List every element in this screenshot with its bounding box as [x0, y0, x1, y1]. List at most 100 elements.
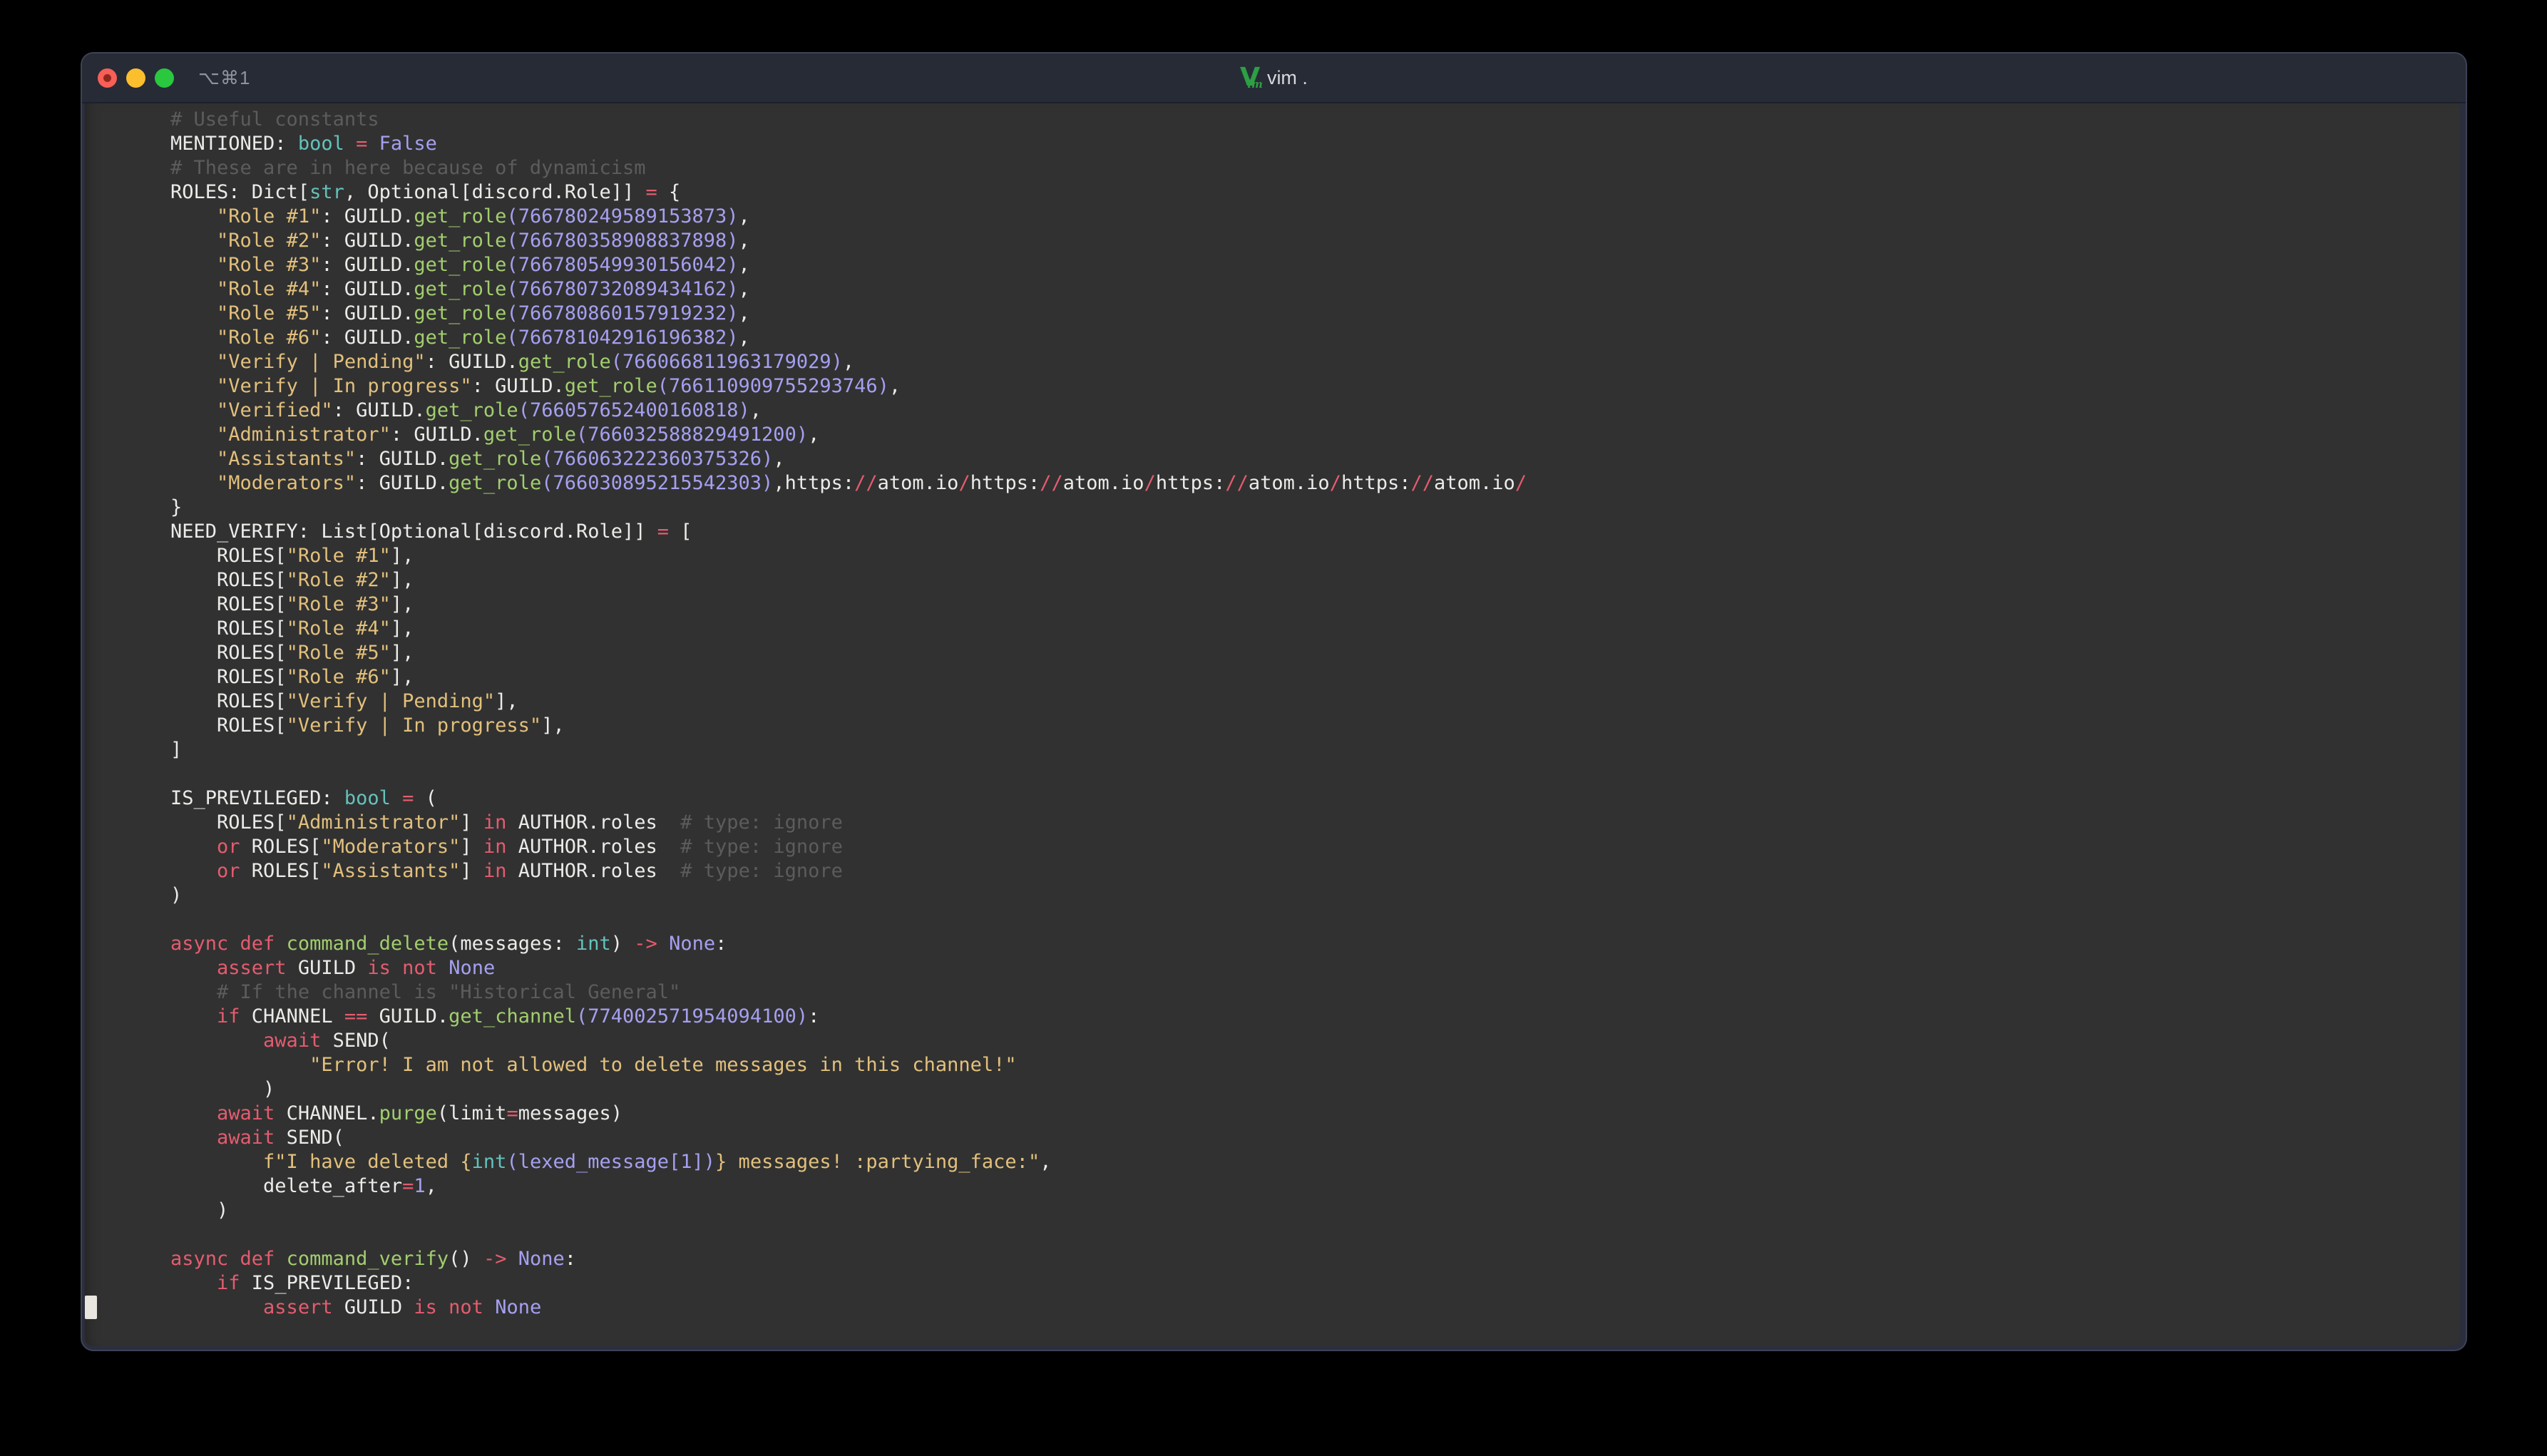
- code-token: "Moderators": [321, 836, 460, 858]
- code-token: ,: [739, 278, 750, 300]
- code-token: [170, 957, 217, 979]
- code-token: [391, 787, 402, 809]
- code-token: command_verify: [287, 1248, 449, 1270]
- code-token: [170, 1030, 263, 1052]
- code-token: [170, 1005, 217, 1027]
- zoom-button[interactable]: [155, 68, 174, 88]
- code-line: ): [170, 1077, 2459, 1102]
- code-token: # type: ignore: [680, 811, 843, 834]
- code-line: if CHANNEL == GUILD.get_channel(77400257…: [170, 1005, 2459, 1029]
- code-token: [170, 205, 217, 227]
- code-token: //: [1040, 472, 1063, 494]
- code-token: ]: [460, 836, 483, 858]
- code-token: [170, 836, 217, 858]
- code-token: [170, 1151, 263, 1173]
- code-token: IS_PREVILEGED:: [170, 787, 344, 809]
- code-line: ROLES: Dict[str, Optional[discord.Role]]…: [170, 180, 2459, 205]
- code-token: bool: [344, 787, 391, 809]
- code-token: int: [472, 1151, 507, 1173]
- code-token: ROLES[: [170, 569, 287, 591]
- code-token: str: [309, 181, 344, 203]
- code-token: purge: [379, 1102, 437, 1124]
- code-token: (766110909755293746): [657, 375, 889, 397]
- titlebar[interactable]: ⌥⌘1 Vim vim .: [82, 53, 2466, 103]
- code-token: ],: [391, 642, 414, 664]
- code-token: AUTHOR.roles: [506, 860, 680, 882]
- code-token: :: [715, 933, 727, 955]
- code-token: "Assistants": [321, 860, 460, 882]
- code-token: =: [657, 521, 669, 543]
- code-token: [437, 1296, 449, 1318]
- code-token: https:: [1341, 472, 1411, 494]
- code-token: # type: ignore: [680, 836, 843, 858]
- code-line: ]: [170, 738, 2459, 762]
- code-token: (): [449, 1248, 483, 1270]
- code-token: ->: [634, 933, 657, 955]
- code-token: "Role #3": [217, 254, 321, 276]
- code-token: "Role #1": [217, 205, 321, 227]
- close-button[interactable]: [98, 68, 117, 88]
- code-token: =: [402, 1175, 414, 1197]
- code-token: or: [217, 860, 240, 882]
- code-line: [170, 908, 2459, 932]
- code-token: atom.io: [1434, 472, 1515, 494]
- code-line: await SEND(: [170, 1126, 2459, 1150]
- code-token: : GUILD.: [321, 254, 414, 276]
- code-token: [275, 933, 286, 955]
- code-token: (766780860157919232): [506, 302, 738, 324]
- code-token: "Administrator": [287, 811, 461, 834]
- code-token: ],: [391, 617, 414, 640]
- code-token: ,: [808, 424, 819, 446]
- code-token: ROLES[: [240, 860, 322, 882]
- code-token: not: [402, 957, 437, 979]
- code-token: ROLES[: [170, 545, 287, 567]
- code-line: ROLES["Role #5"],: [170, 641, 2459, 665]
- code-token: /: [1330, 472, 1341, 494]
- minimize-button[interactable]: [126, 68, 145, 88]
- code-token: (766063222360375326): [541, 448, 773, 470]
- code-token: "Role #4": [217, 278, 321, 300]
- code-line: assert GUILD is not None: [170, 956, 2459, 980]
- code-token: get_role: [414, 278, 506, 300]
- code-token: AUTHOR.roles: [506, 836, 680, 858]
- code-token: ,: [843, 351, 854, 373]
- code-token: is: [367, 957, 391, 979]
- code-token: ==: [344, 1005, 368, 1027]
- code-token: MENTIONED:: [170, 133, 298, 155]
- code-line: or ROLES["Moderators"] in AUTHOR.roles #…: [170, 835, 2459, 859]
- code-token: , Optional[discord.Role]]: [344, 181, 646, 203]
- code-token: (messages:: [449, 933, 576, 955]
- code-token: =: [402, 787, 414, 809]
- code-token: (766780358908837898): [506, 230, 738, 252]
- code-token: CHANNEL: [240, 1005, 344, 1027]
- code-token: : GUILD.: [356, 448, 449, 470]
- window-title-text: vim .: [1267, 67, 1308, 89]
- code-line: "Verify | Pending": GUILD.get_role(76606…: [170, 350, 2459, 374]
- code-token: /: [958, 472, 970, 494]
- code-line: }: [170, 496, 2459, 520]
- code-token: :: [808, 1005, 819, 1027]
- code-token: [367, 133, 379, 155]
- code-token: [170, 302, 217, 324]
- code-token: ,: [889, 375, 901, 397]
- terminal-screen[interactable]: # Useful constantsMENTIONED: bool = Fals…: [85, 103, 2459, 1345]
- code-line: ): [170, 883, 2459, 908]
- code-token: AUTHOR.roles: [506, 811, 680, 834]
- code-token: get_role: [449, 472, 541, 494]
- code-token: atom.io: [1063, 472, 1144, 494]
- code-token: ,: [750, 399, 762, 421]
- code-token: "Administrator": [217, 424, 391, 446]
- code-token: get_role: [426, 399, 518, 421]
- code-token: [391, 957, 402, 979]
- code-line: async def command_verify() -> None:: [170, 1247, 2459, 1271]
- code-line: ROLES["Role #4"],: [170, 617, 2459, 641]
- code-token: ): [611, 933, 635, 955]
- code-line: assert GUILD is not None: [170, 1296, 2459, 1320]
- code-token: NEED_VERIFY: List[Optional[discord.Role]…: [170, 521, 657, 543]
- code-token: [170, 399, 217, 421]
- code-token: await: [217, 1127, 275, 1149]
- code-line: ROLES["Verify | Pending"],: [170, 689, 2459, 714]
- code-token: ROLES[: [170, 617, 287, 640]
- code-token: "Verify | In progress": [217, 375, 472, 397]
- code-token: ]: [460, 860, 483, 882]
